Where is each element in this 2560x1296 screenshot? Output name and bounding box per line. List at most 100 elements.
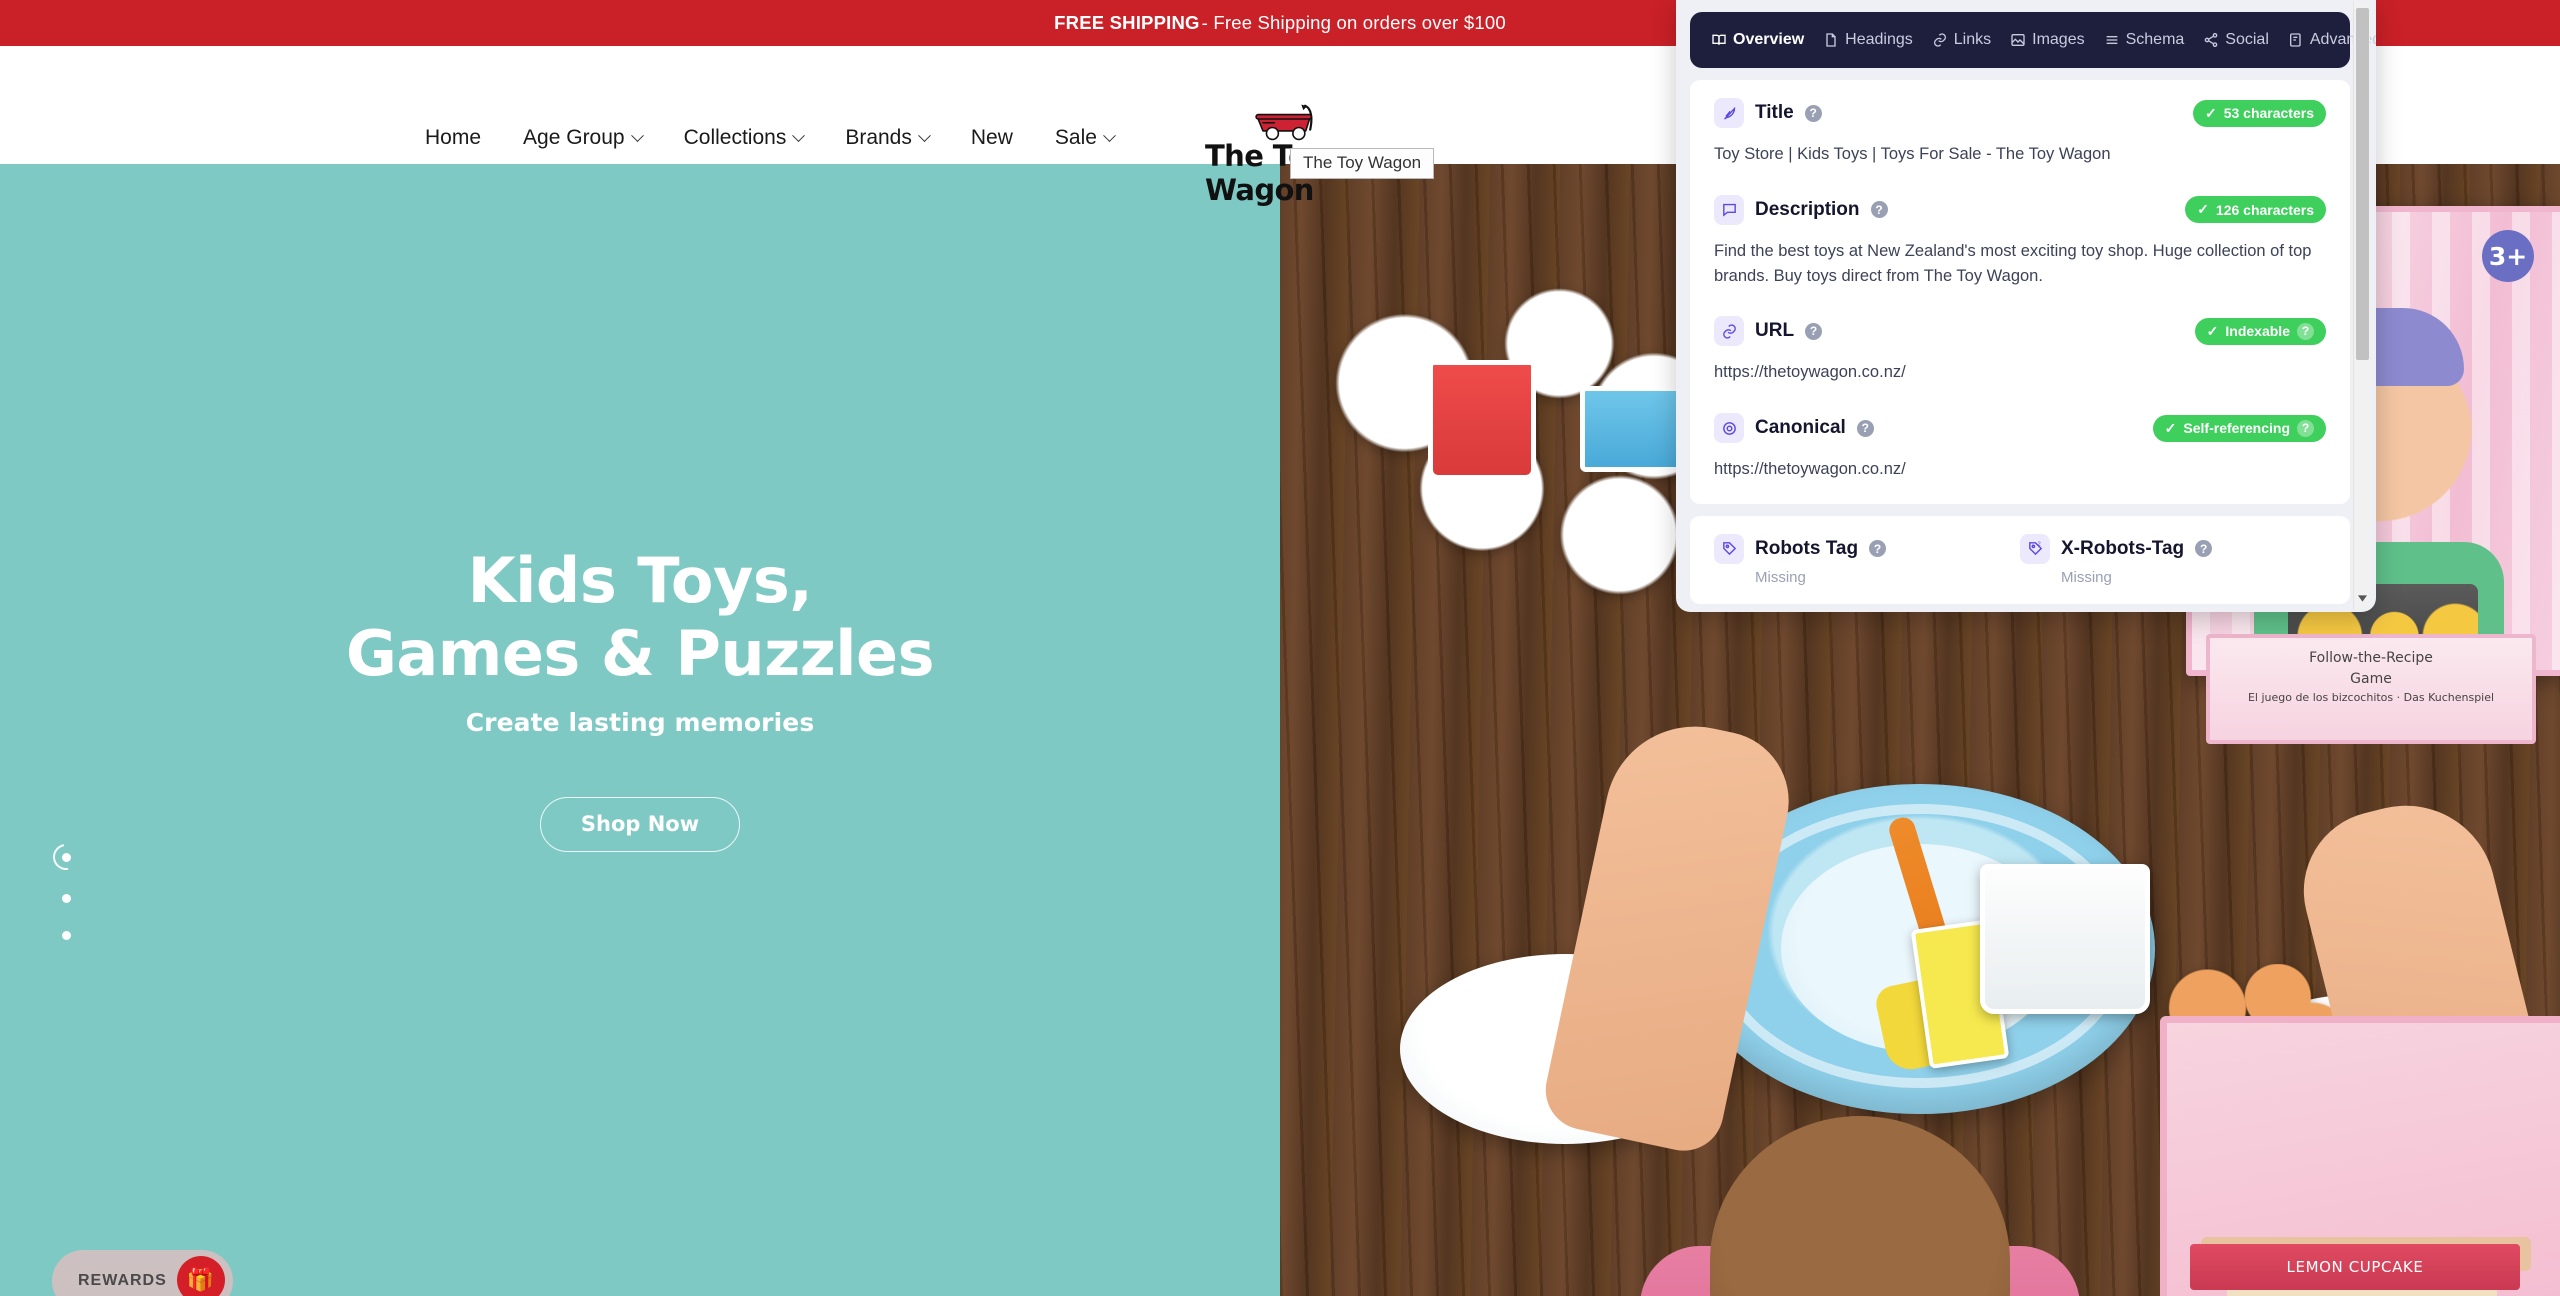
robots-tag-column: Robots Tag ? Missing (1714, 533, 2020, 586)
seo-row-canonical: Canonical ? ✓ Self-referencing ? (1714, 413, 2326, 443)
seo-row-title: Title ? ✓ 53 characters (1714, 98, 2326, 128)
title-value: Toy Store | Kids Toys | Toys For Sale - … (1714, 145, 2111, 163)
check-icon: ✓ (2206, 322, 2219, 339)
carousel-dot-2[interactable] (61, 894, 71, 903)
nav-item-brands[interactable]: Brands (845, 126, 931, 150)
target-glyph (1722, 421, 1736, 435)
canonical-badge: ✓ Self-referencing ? (2152, 414, 2326, 442)
chevron-down-icon (1103, 128, 1116, 142)
canonical-badge-label: Self-referencing (2183, 420, 2290, 436)
chevron-down-icon (630, 128, 644, 142)
nav-item-age-group[interactable]: Age Group (523, 126, 644, 150)
nav-item-new[interactable]: New (971, 126, 1013, 150)
help-icon[interactable]: ? (1856, 419, 1874, 437)
robots-tag-value: Missing (1755, 568, 1806, 586)
seo-row-url-left: URL ? (1714, 316, 1823, 347)
help-icon[interactable]: ? (1805, 322, 1823, 340)
panel-scrollbar[interactable] (2353, 2, 2370, 610)
book-icon (1712, 34, 1726, 45)
tab-label: Links (1953, 31, 1992, 48)
description-character-badge: ✓ 126 characters (2185, 196, 2326, 224)
help-icon[interactable]: ? (2297, 322, 2314, 340)
help-icon[interactable]: ? (1869, 540, 1887, 558)
robots-columns: Robots Tag ? Missing 2 X-Robots-Tag ? Mi… (1714, 533, 2326, 586)
title-badge-label: 53 characters (2223, 105, 2314, 121)
tab-links[interactable]: Links (1925, 25, 1998, 55)
tag-alt-icon: 2 (2020, 533, 2050, 564)
url-label: URL (1755, 320, 1795, 342)
title-character-badge: ✓ 53 characters (2192, 99, 2326, 127)
seo-row-description: Description ? ✓ 126 characters (1714, 194, 2326, 225)
tab-overview[interactable]: Overview (1704, 25, 1811, 55)
svg-text:2: 2 (2037, 542, 2040, 548)
red-measuring-cup (1428, 360, 1536, 480)
nav-item-collections[interactable]: Collections (684, 126, 806, 150)
check-icon: ✓ (2164, 419, 2177, 436)
url-badge-label: Indexable (2225, 323, 2290, 340)
chevron-down-glyph (2358, 594, 2367, 602)
nav-label: Brands (845, 126, 912, 149)
x-robots-tag-value: Missing (2061, 568, 2112, 586)
feather-glyph (1723, 106, 1735, 120)
tab-label: Overview (1733, 31, 1805, 48)
tab-social[interactable]: Social (2196, 25, 2276, 55)
shop-now-button[interactable]: Shop Now (539, 797, 741, 853)
tab-label: Headings (1845, 31, 1913, 48)
tab-headings[interactable]: Headings (1816, 25, 1920, 55)
help-icon[interactable]: ? (1804, 104, 1822, 122)
tag-icon (1714, 533, 1744, 564)
scrollbar-thumb[interactable] (2356, 8, 2369, 360)
list-icon (2106, 36, 2117, 44)
title-label: Title (1755, 102, 1794, 123)
tab-schema[interactable]: Schema (2097, 25, 2192, 55)
url-value[interactable]: https://thetoywagon.co.nz/ (1714, 360, 2326, 385)
tab-images[interactable]: Images (2003, 25, 2091, 55)
tab-label: Social (2225, 31, 2269, 48)
nav-label: Age Group (523, 126, 625, 149)
link-glyph (1722, 324, 1736, 339)
seo-row-canonical-left: Canonical ? (1714, 413, 1874, 443)
wagon-icon (1255, 104, 1313, 141)
dot-core (61, 852, 71, 862)
document-icon (1826, 33, 1836, 47)
help-icon[interactable]: ? (2195, 540, 2213, 558)
link-icon (1933, 33, 1946, 47)
main-navigation: Home Age Group Collections Brands New Sa… (425, 126, 1116, 150)
gift-icon: 🎁 (176, 1256, 225, 1296)
canonical-value[interactable]: https://thetoywagon.co.nz/ (1714, 457, 2326, 482)
recipe-label-line2: Game (2350, 671, 2392, 687)
carousel-dot-3[interactable] (61, 931, 71, 940)
nav-item-home[interactable]: Home (425, 126, 481, 150)
carousel-dots (47, 838, 85, 968)
x-robots-tag-label: X-Robots-Tag (2061, 537, 2185, 559)
chevron-down-icon (918, 128, 931, 142)
recipe-label-line1: Follow-the-Recipe (2309, 650, 2433, 666)
seo-row-description-left: Description ? (1714, 194, 1888, 225)
help-icon[interactable]: ? (2297, 419, 2314, 437)
seo-inspector-panel: Overview Headings Links Images Schema So… (1676, 0, 2376, 612)
tab-label: Schema (2125, 31, 2185, 48)
description-label: Description (1755, 198, 1860, 220)
nav-label: Home (425, 126, 482, 149)
chevron-down-icon (792, 128, 806, 142)
help-icon[interactable]: ? (1870, 201, 1888, 219)
x-robots-tag-column: 2 X-Robots-Tag ? Missing (2020, 533, 2326, 586)
rewards-label: REWARDS (78, 1272, 167, 1289)
rewards-widget[interactable]: REWARDS 🎁 (52, 1250, 233, 1296)
hero-copy: Kids Toys, Games & Puzzles Create lastin… (0, 544, 1280, 853)
hero-heading-line1: Kids Toys, (467, 544, 813, 617)
hero-heading: Kids Toys, Games & Puzzles (0, 544, 1280, 690)
image-icon (2011, 34, 2025, 46)
nav-label: New (970, 126, 1013, 149)
robots-tag-label: Robots Tag (1755, 537, 1859, 559)
paper-measuring-jug (1980, 864, 2150, 1014)
robots-tag-head: Robots Tag ? (1714, 533, 2020, 564)
hero-heading-line2: Games & Puzzles (346, 617, 934, 691)
comment-icon (1714, 194, 1744, 225)
nav-label: Sale (1054, 126, 1097, 149)
share-icon (2204, 33, 2218, 47)
carousel-dot-1-active[interactable] (47, 838, 85, 876)
scroll-down-arrow-icon[interactable] (2354, 590, 2371, 606)
recipe-game-label: Follow-the-Recipe Game El juego de los b… (2206, 634, 2536, 744)
nav-item-sale[interactable]: Sale (1054, 126, 1116, 150)
